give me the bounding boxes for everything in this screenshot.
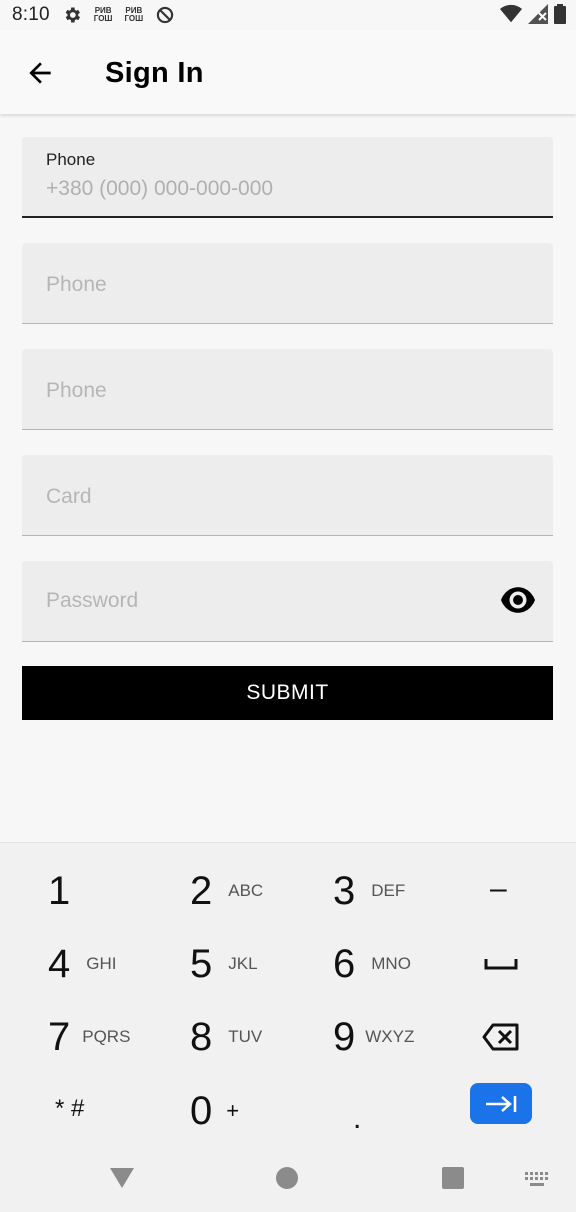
key-9-letters: WXYZ	[365, 1027, 415, 1046]
card-field-placeholder: Card	[46, 485, 92, 508]
key-7-letters: PQRS	[82, 1027, 131, 1046]
key-space[interactable]	[484, 934, 518, 994]
key-4-digit: 4	[48, 941, 71, 986]
phone-field[interactable]: Phone +380 (000) 000-000-000	[22, 137, 553, 218]
key-8-digit: 8	[190, 1014, 213, 1059]
key-4-letters: GHI	[86, 954, 117, 973]
phone-field-value[interactable]: +380 (000) 000-000-000	[46, 177, 273, 201]
sim-icon: PИВ ГОШ	[124, 6, 144, 23]
system-nav-bar	[0, 1142, 576, 1212]
nav-recents-icon[interactable]	[442, 1167, 464, 1189]
arrow-left-icon[interactable]	[24, 57, 56, 89]
key-0[interactable]: 0 +	[190, 1081, 239, 1141]
signal-icon	[528, 4, 548, 24]
key-6[interactable]: 6 MNO	[333, 934, 411, 994]
key-star-hash-symbol: * #	[55, 1095, 85, 1122]
sim-icon: PИВ ГОШ	[93, 6, 113, 23]
nav-home-icon[interactable]	[276, 1167, 298, 1189]
key-8[interactable]: 8 TUV	[190, 1007, 262, 1067]
key-2[interactable]: 2 ABC	[190, 861, 263, 921]
phone-field-2-placeholder: Phone	[46, 273, 107, 296]
key-1-digit: 1	[48, 868, 71, 913]
status-bar: 8:10 PИВ ГОШ PИВ ГОШ	[0, 0, 576, 30]
app-bar: Sign In	[0, 30, 576, 114]
page-title: Sign In	[105, 57, 204, 89]
key-3[interactable]: 3 DEF	[333, 861, 405, 921]
key-6-digit: 6	[333, 941, 356, 986]
key-tab[interactable]	[470, 1083, 532, 1124]
nav-back-icon[interactable]	[108, 1166, 136, 1190]
card-field[interactable]: Card	[22, 455, 553, 536]
key-7[interactable]: 7 PQRS	[48, 1007, 130, 1067]
key-7-digit: 7	[48, 1014, 71, 1059]
key-9-digit: 9	[333, 1014, 356, 1059]
key-5-letters: JKL	[228, 954, 258, 973]
key-0-digit: 0	[190, 1088, 213, 1133]
submit-button[interactable]: SUBMIT	[22, 666, 553, 720]
battery-icon	[554, 4, 566, 24]
key-star-hash[interactable]: * #	[55, 1079, 84, 1139]
status-time: 8:10	[12, 4, 50, 25]
key-1[interactable]: 1	[48, 861, 70, 921]
backspace-icon	[482, 1023, 519, 1051]
key-5-digit: 5	[190, 941, 213, 986]
key-4[interactable]: 4 GHI	[48, 934, 116, 994]
key-5[interactable]: 5 JKL	[190, 934, 258, 994]
space-icon	[484, 959, 518, 970]
gear-icon	[65, 7, 80, 23]
key-dot-symbol: .	[353, 1102, 362, 1135]
password-field-placeholder: Password	[46, 589, 139, 612]
phone-field-2[interactable]: Phone	[22, 243, 553, 324]
key-2-digit: 2	[190, 868, 213, 913]
key-minus[interactable]: –	[490, 859, 507, 919]
key-0-plus: +	[226, 1098, 240, 1123]
key-dot[interactable]: .	[353, 1089, 361, 1149]
key-8-letters: TUV	[228, 1027, 263, 1046]
key-3-letters: DEF	[371, 881, 406, 900]
no-sync-icon	[157, 6, 174, 24]
keyboard-switch-icon[interactable]	[525, 1172, 549, 1188]
phone-field-3-placeholder: Phone	[46, 379, 107, 402]
key-3-digit: 3	[333, 868, 356, 913]
numeric-keyboard: 1 2 ABC 3 DEF – 4 GHI 5 JKL 6 MNO 7 PQRS…	[0, 842, 576, 1142]
key-backspace[interactable]	[482, 1007, 520, 1067]
phone-field-3[interactable]: Phone	[22, 349, 553, 430]
password-field[interactable]: Password	[22, 561, 553, 642]
key-6-letters: MNO	[371, 954, 411, 973]
wifi-icon	[500, 4, 522, 23]
key-minus-symbol: –	[490, 872, 507, 905]
eye-icon[interactable]	[501, 586, 535, 614]
tab-icon	[486, 1095, 517, 1112]
key-9[interactable]: 9 WXYZ	[333, 1007, 414, 1067]
phone-field-label: Phone	[46, 150, 96, 169]
key-2-letters: ABC	[228, 881, 264, 900]
